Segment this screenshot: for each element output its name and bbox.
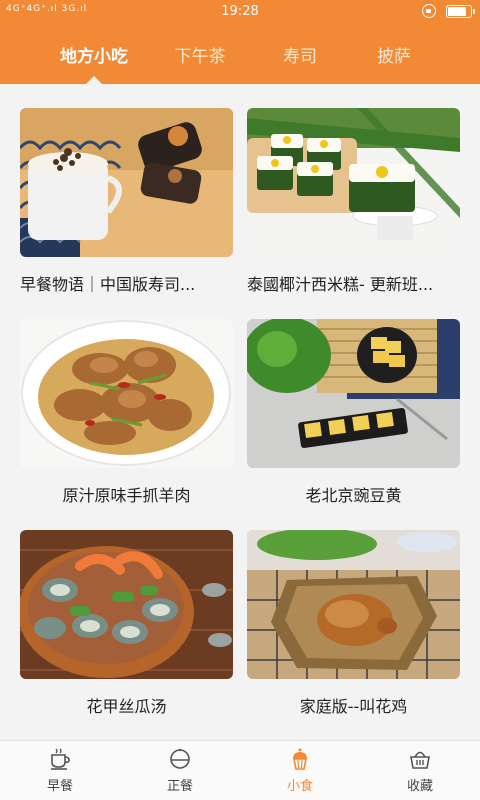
nav-label: 早餐 bbox=[46, 779, 73, 794]
battery-icon bbox=[446, 4, 475, 18]
clam-luffa-soup-photo bbox=[20, 530, 233, 679]
tab-afternoon-tea[interactable]: 下午茶 bbox=[150, 24, 250, 84]
recipe-title: 家庭版--叫花鸡 bbox=[299, 697, 408, 716]
recipe-title: 泰國椰汁西米糕- 更新班... bbox=[247, 275, 434, 294]
tab-label: 披萨 bbox=[377, 46, 411, 67]
nav-favorites[interactable]: 收藏 bbox=[360, 741, 480, 800]
hand-pulled-lamb-photo bbox=[20, 319, 233, 468]
recipe-title: 早餐物语｜中国版寿司... bbox=[20, 275, 196, 294]
active-tab-indicator bbox=[86, 76, 102, 84]
nav-main-meal[interactable]: 正餐 bbox=[120, 741, 240, 800]
tab-local-snacks[interactable]: 地方小吃 bbox=[38, 24, 150, 84]
tab-label: 地方小吃 bbox=[60, 46, 128, 67]
basket-icon bbox=[410, 751, 430, 769]
recipe-title: 花甲丝瓜汤 bbox=[86, 697, 167, 716]
bottom-navigation: 早餐 正餐 小食 收藏 bbox=[0, 740, 480, 800]
tab-sushi[interactable]: 寿司 bbox=[250, 24, 350, 84]
tab-pizza[interactable]: 披萨 bbox=[350, 24, 438, 84]
beggars-chicken-photo bbox=[247, 530, 460, 679]
recipe-card[interactable]: 原汁原味手抓羊肉 bbox=[20, 319, 233, 530]
rotation-lock-icon bbox=[422, 4, 436, 18]
nav-breakfast[interactable]: 早餐 bbox=[0, 741, 120, 800]
recipe-card[interactable]: 早餐物语｜中国版寿司... bbox=[20, 108, 233, 319]
recipe-card[interactable]: 泰國椰汁西米糕- 更新班... bbox=[247, 108, 460, 319]
recipe-card[interactable]: 老北京豌豆黄 bbox=[247, 319, 460, 530]
nav-label: 小食 bbox=[286, 779, 313, 794]
plate-dome-icon bbox=[170, 748, 190, 769]
nav-snacks[interactable]: 小食 bbox=[240, 741, 360, 800]
nav-label: 正餐 bbox=[166, 779, 193, 794]
pea-cake-photo bbox=[247, 319, 460, 468]
sushi-roll-coffee-photo bbox=[20, 108, 233, 257]
recipe-title: 老北京豌豆黄 bbox=[305, 486, 402, 505]
coconut-sago-cake-photo bbox=[247, 108, 460, 257]
category-tab-bar: 地方小吃 下午茶 寿司 披萨 bbox=[0, 24, 480, 84]
recipe-card[interactable]: 花甲丝瓜汤 bbox=[20, 530, 233, 740]
status-time: 19:28 bbox=[221, 4, 259, 19]
tab-label: 寿司 bbox=[283, 46, 317, 67]
tab-label: 下午茶 bbox=[174, 46, 226, 67]
recipe-title: 原汁原味手抓羊肉 bbox=[62, 486, 191, 505]
status-bar: 4G⁺4G⁺.ıl 3G.ıl 19:28 bbox=[0, 0, 480, 24]
nav-label: 收藏 bbox=[406, 779, 433, 794]
recipe-grid: 早餐物语｜中国版寿司... 泰國椰汁西米糕- 更新班... 原汁原味手抓羊肉 老… bbox=[0, 84, 480, 740]
coffee-cup-icon bbox=[51, 748, 70, 770]
cupcake-icon bbox=[293, 748, 307, 770]
recipe-card[interactable]: 家庭版--叫花鸡 bbox=[247, 530, 460, 740]
